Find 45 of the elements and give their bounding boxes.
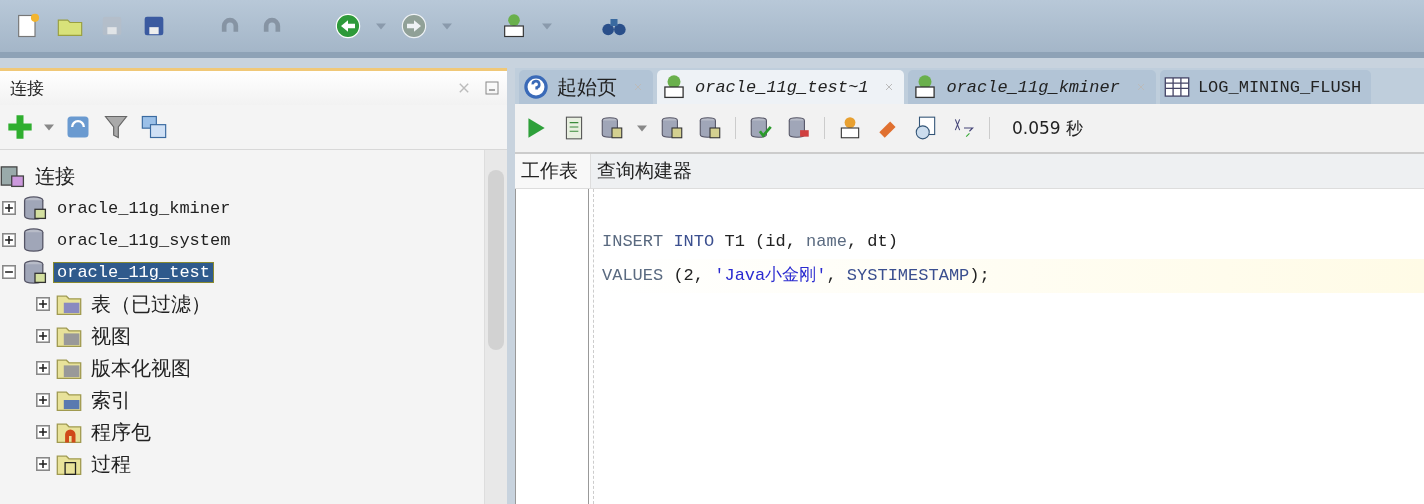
connection-item[interactable]: oracle_11g_system (54, 230, 234, 250)
tree-item[interactable]: 表（已过滤） (88, 290, 214, 318)
add-icon[interactable] (6, 113, 34, 141)
code-line: INSERT INTO T1 (id, name, dt) (602, 231, 899, 253)
expander-toggle[interactable] (36, 425, 50, 439)
expander-toggle[interactable] (2, 201, 16, 215)
tree-item[interactable]: 过程 (88, 450, 134, 478)
elapsed-time: 0.059 秒 (1012, 116, 1084, 140)
sql-worksheet-icon (661, 74, 687, 100)
rollback-icon[interactable] (786, 115, 812, 141)
help-icon (523, 74, 549, 100)
collapse-icon[interactable] (140, 113, 168, 141)
tree-item[interactable]: 视图 (88, 322, 134, 350)
commit-icon[interactable] (748, 115, 774, 141)
expander-toggle[interactable] (36, 329, 50, 343)
connection-item[interactable]: oracle_11g_test (54, 262, 214, 282)
expander-toggle[interactable] (2, 265, 16, 279)
editor-tab[interactable]: oracle_11g_test~1 (657, 70, 905, 104)
dropdown-caret-icon[interactable] (44, 123, 54, 131)
database-icon[interactable] (659, 115, 685, 141)
expander-toggle[interactable] (36, 457, 50, 471)
expander-toggle[interactable] (2, 233, 16, 247)
expander-toggle[interactable] (36, 297, 50, 311)
panel-title: 连接 (10, 76, 45, 100)
worksheet-tab[interactable]: 查询构建器 (591, 154, 704, 188)
minimize-icon[interactable] (485, 81, 499, 95)
tree-item[interactable]: 版本化视图 (88, 354, 194, 382)
editor-tab[interactable]: 起始页 (519, 70, 653, 104)
editor-tab[interactable]: oracle_11g_kminer (908, 70, 1156, 104)
table-grid-icon (1163, 74, 1190, 100)
code-editor[interactable]: INSERT INTO T1 (id, name, dt) VALUES (2, 'Java小金刚', SYSTIMESTAMP); (515, 189, 1424, 504)
tree-item[interactable]: 程序包 (88, 418, 154, 446)
expander-toggle[interactable] (36, 393, 50, 407)
database-icon[interactable] (697, 115, 723, 141)
worksheet-tab[interactable]: 工作表 (515, 154, 591, 188)
tree-item[interactable]: 索引 (88, 386, 134, 414)
connections-icon (0, 163, 26, 189)
expander-toggle[interactable] (36, 361, 50, 375)
connection-item[interactable]: oracle_11g_kminer (54, 198, 234, 218)
dropdown-caret-icon[interactable] (637, 124, 647, 132)
scrollbar[interactable] (484, 150, 507, 504)
editor-tab[interactable]: LOG_MINING_FLUSH (1159, 70, 1372, 104)
tree-root-label[interactable]: 连接 (32, 162, 78, 190)
database-icon[interactable] (599, 115, 625, 141)
filter-icon[interactable] (102, 113, 130, 141)
